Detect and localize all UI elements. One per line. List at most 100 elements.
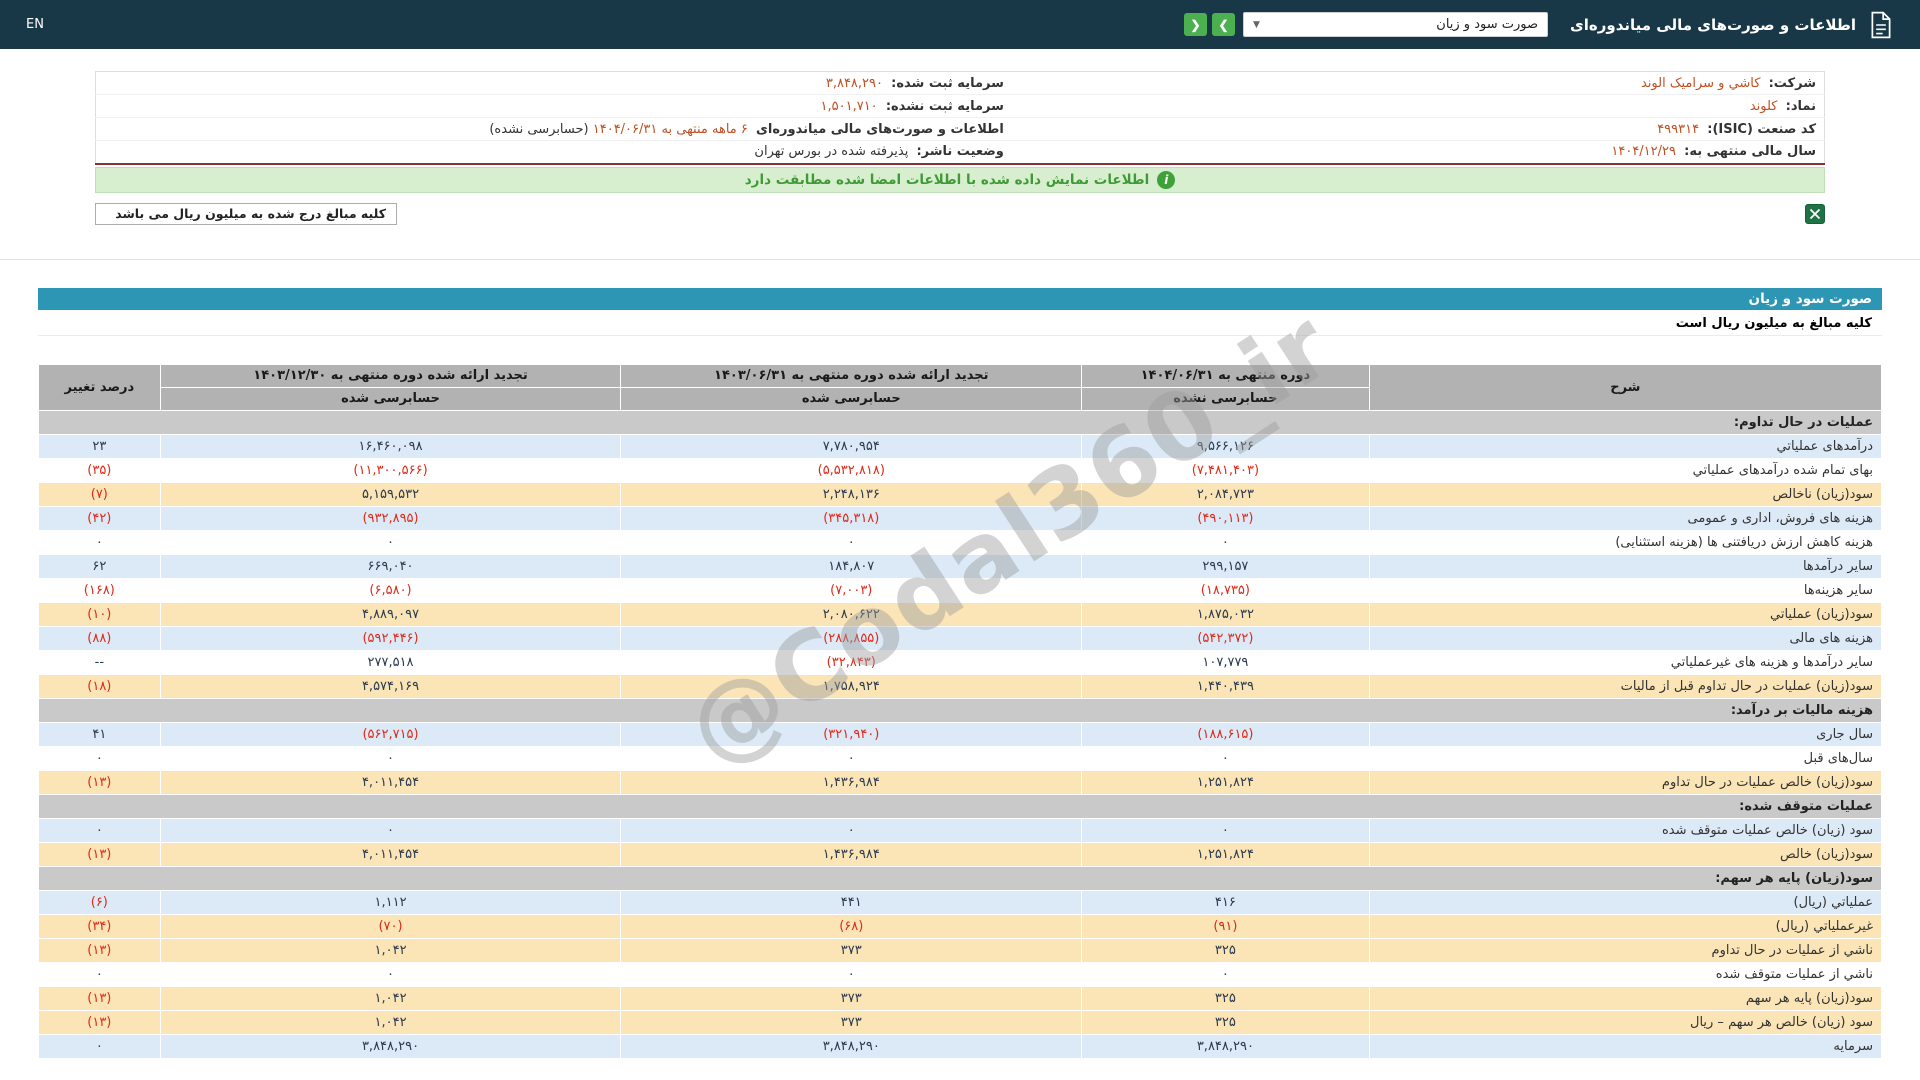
row-label: سود(زیان) پایه هر سهم xyxy=(1368,985,1883,1011)
value-restated-annual: ۱,۱۱۲ xyxy=(159,889,622,915)
value-restated-annual: ۴,۰۱۱,۴۵۴ xyxy=(159,769,622,795)
value-percent-change: (۸۸) xyxy=(38,625,161,651)
value-percent-change: (۱۳) xyxy=(38,985,161,1011)
value-restated-interim: (۶۸) xyxy=(620,913,1083,939)
value-percent-change: ۰ xyxy=(38,529,161,555)
table-row: درآمدهای عملیاتي ۹,۵۶۶,۱۲۶ ۷,۷۸۰,۹۵۴ ۱۶,۴۶۰… xyxy=(38,433,1883,459)
value-current-period: ۰ xyxy=(1081,529,1370,555)
row-label: سود(زیان) عملیات در حال تداوم قبل از مال… xyxy=(1368,673,1883,699)
value-restated-annual: ۱,۰۴۲ xyxy=(159,985,622,1011)
info-row-company: شرکت: کاشي و سراميک الوند سرمایه ثبت شده… xyxy=(95,71,1825,95)
value-restated-interim: (۷,۰۰۳) xyxy=(620,577,1083,603)
company-value: کاشي و سراميک الوند xyxy=(1640,75,1761,91)
row-label: سود (زیان) خالص عملیات متوقف شده xyxy=(1368,817,1883,843)
row-label: ناشي از عملیات در حال تداوم xyxy=(1368,937,1883,963)
value-percent-change: ۲۳ xyxy=(38,433,161,459)
table-row: سود(زیان) عملیاتي ۱,۸۷۵,۰۳۲ ۲,۰۸۰,۶۲۲ ۴,۸۸۹… xyxy=(38,601,1883,627)
value-restated-interim: ۱,۴۳۶,۹۸۴ xyxy=(620,841,1083,867)
statement-select[interactable]: صورت سود و زیان ▼ xyxy=(1243,12,1549,37)
row-label: هزینه کاهش ارزش دریافتنی ها (هزینه استثن… xyxy=(1368,529,1883,555)
row-label: سایر درآمدها xyxy=(1368,553,1883,579)
value-percent-change: (۱۳) xyxy=(38,1009,161,1035)
table-row: ناشي از عملیات متوقف شده ۰ ۰ ۰ ۰ xyxy=(38,961,1883,987)
value-current-period: ۰ xyxy=(1081,745,1370,771)
unregistered-capital-value: ۱,۵۰۱,۷۱۰ xyxy=(820,98,878,114)
col-header-restated-annual: تجدید ارائه شده دوره منتهی به ۱۴۰۳/۱۲/۳۰ xyxy=(159,363,622,388)
row-label: درآمدهای عملیاتي xyxy=(1368,433,1883,459)
value-current-period: ۴۱۶ xyxy=(1081,889,1370,915)
value-current-period: (۱۸۸,۶۱۵) xyxy=(1081,721,1370,747)
value-current-period: (۷,۴۸۱,۴۰۳) xyxy=(1081,457,1370,483)
value-percent-change: ۶۲ xyxy=(38,553,161,579)
income-statement-body: عملیات در حال تداوم: درآمدهای عملیاتي ۹,۵۶… xyxy=(38,409,1883,1059)
value-restated-interim: (۳۲۱,۹۴۰) xyxy=(620,721,1083,747)
value-current-period: (۵۴۲,۳۷۲) xyxy=(1081,625,1370,651)
value-restated-interim: ۰ xyxy=(620,529,1083,555)
prev-statement-button[interactable]: ❮ xyxy=(1184,13,1208,36)
table-row: سایر هزینه‌ها (۱۸,۷۳۵) (۷,۰۰۳) (۶,۵۸۰) (۱۶۸) xyxy=(38,577,1883,603)
value-restated-annual: ۱۶,۴۶۰,۰۹۸ xyxy=(159,433,622,459)
registered-capital-value: ۳,۸۴۸,۲۹۰ xyxy=(825,75,883,91)
value-restated-interim: ۳۷۳ xyxy=(620,937,1083,963)
value-percent-change: ۴۱ xyxy=(38,721,161,747)
section-header-row: عملیات در حال تداوم: xyxy=(38,409,1882,435)
value-percent-change: (۱۰) xyxy=(38,601,161,627)
language-toggle-en[interactable]: EN xyxy=(26,17,44,32)
report-document-icon xyxy=(1868,11,1894,39)
row-label: سود(زیان) خالص عملیات در حال تداوم xyxy=(1368,769,1883,795)
col-subheader-audit-current: حسابرسی نشده xyxy=(1081,386,1370,411)
amounts-unit-note: کلیه مبالغ درج شده به میلیون ریال می باش… xyxy=(95,202,397,225)
registered-capital-label: سرمایه ثبت شده: xyxy=(891,75,1004,91)
value-restated-interim: (۳۲,۸۴۳) xyxy=(620,649,1083,675)
value-current-period: ۱,۸۷۵,۰۳۲ xyxy=(1081,601,1370,627)
value-restated-annual: ۱,۰۴۲ xyxy=(159,937,622,963)
excel-export-icon[interactable] xyxy=(1805,203,1825,224)
value-restated-interim: ۱,۴۳۶,۹۸۴ xyxy=(620,769,1083,795)
value-percent-change: (۳۴) xyxy=(38,913,161,939)
table-row: غیرعملیاتي (ریال) (۹۱) (۶۸) (۷۰) (۳۴) xyxy=(38,913,1883,939)
value-current-period: ۹,۵۶۶,۱۲۶ xyxy=(1081,433,1370,459)
income-statement-section: صورت سود و زیان کلیه مبالغ به میلیون ریا… xyxy=(38,287,1883,1059)
table-row: سایر درآمدها و هزینه های غیرعملیاتي ۱۰۷,۷… xyxy=(38,649,1883,675)
col-header-restated-interim: تجدید ارائه شده دوره منتهی به ۱۴۰۳/۰۶/۳۱ xyxy=(620,363,1083,388)
period-info-label: اطلاعات و صورت‌های مالی میاندوره‌ای xyxy=(756,121,1004,137)
chevron-down-icon: ▼ xyxy=(1253,19,1260,30)
info-row-isic: کد صنعت (ISIC): ۴۹۹۳۱۴ اطلاعات و صورت‌ها… xyxy=(95,117,1825,141)
page-title: اطلاعات و صورت‌های مالی میاندوره‌ای xyxy=(1570,15,1856,34)
value-current-period: ۱,۲۵۱,۸۲۴ xyxy=(1081,841,1370,867)
row-label: عملیاتي (ریال) xyxy=(1368,889,1883,915)
row-label: سایر هزینه‌ها xyxy=(1368,577,1883,603)
value-percent-change: (۳۵) xyxy=(38,457,161,483)
fiscal-year-value: ۱۴۰۴/۱۲/۲۹ xyxy=(1611,144,1676,160)
row-label: سود(زیان) عملیاتي xyxy=(1368,601,1883,627)
row-label: سود(زیان) خالص xyxy=(1368,841,1883,867)
value-current-period: ۳۲۵ xyxy=(1081,985,1370,1011)
next-statement-button[interactable]: ❯ xyxy=(1212,13,1236,36)
value-percent-change: ۰ xyxy=(38,961,161,987)
income-statement-table: شرح دوره منتهی به ۱۴۰۴/۰۶/۳۱ تجدید ارائه… xyxy=(38,363,1883,1059)
col-subheader-audit-annual: حسابرسی شده xyxy=(159,386,622,411)
table-row: هزینه های مالی (۵۴۲,۳۷۲) (۲۸۸,۸۵۵) (۵۹۲,۴۴۶… xyxy=(38,625,1883,651)
value-restated-annual: ۴,۵۷۴,۱۶۹ xyxy=(159,673,622,699)
value-current-period: ۳,۸۴۸,۲۹۰ xyxy=(1081,1033,1370,1059)
value-percent-change: (۷) xyxy=(38,481,161,507)
value-current-period: ۱۰۷,۷۷۹ xyxy=(1081,649,1370,675)
value-restated-interim: (۲۸۸,۸۵۵) xyxy=(620,625,1083,651)
value-restated-annual: ۶۶۹,۰۴۰ xyxy=(159,553,622,579)
value-restated-annual: (۵۹۲,۴۴۶) xyxy=(159,625,622,651)
value-current-period: (۹۱) xyxy=(1081,913,1370,939)
value-restated-interim: ۷,۷۸۰,۹۵۴ xyxy=(620,433,1083,459)
row-label: سایر درآمدها و هزینه های غیرعملیاتي xyxy=(1368,649,1883,675)
section-header-row: عملیات متوقف شده: xyxy=(38,793,1882,819)
value-percent-change: (۶) xyxy=(38,889,161,915)
symbol-value: کلوند xyxy=(1749,98,1778,114)
value-restated-annual: ۰ xyxy=(159,961,622,987)
value-restated-annual: (۶,۵۸۰) xyxy=(159,577,622,603)
value-current-period: (۱۸,۷۳۵) xyxy=(1081,577,1370,603)
company-info-table: شرکت: کاشي و سراميک الوند سرمایه ثبت شده… xyxy=(95,71,1825,165)
section-header-label: عملیات در حال تداوم: xyxy=(38,409,1882,435)
fiscal-year-label: سال مالی منتهی به: xyxy=(1684,144,1816,160)
unregistered-capital-label: سرمایه ثبت نشده: xyxy=(885,98,1004,114)
value-current-period: ۲۹۹,۱۵۷ xyxy=(1081,553,1370,579)
value-restated-annual: ۳,۸۴۸,۲۹۰ xyxy=(159,1033,622,1059)
